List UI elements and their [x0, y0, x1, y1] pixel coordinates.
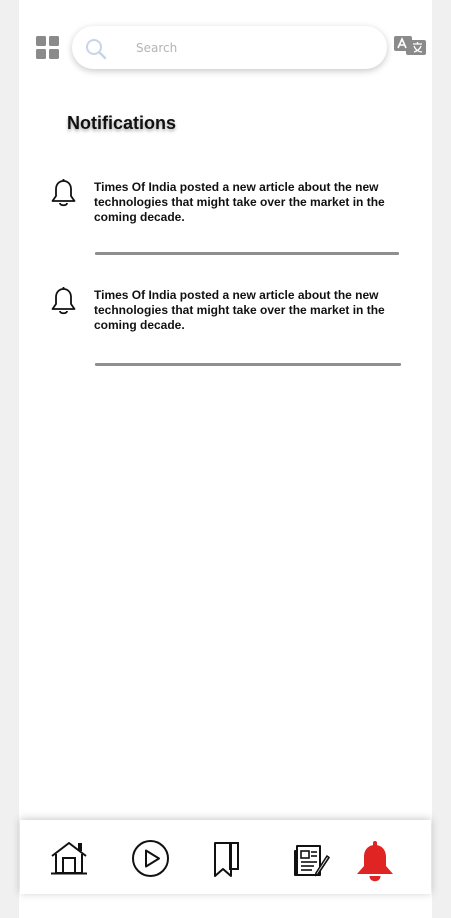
- bell-icon: [51, 179, 76, 207]
- notifications-active-bell-icon[interactable]: [355, 840, 395, 882]
- divider: [95, 252, 399, 255]
- notification-text: Times Of India posted a new article abou…: [94, 288, 385, 332]
- grid-menu-icon[interactable]: [36, 36, 59, 59]
- newspaper-icon[interactable]: [292, 843, 330, 879]
- play-icon[interactable]: [131, 839, 170, 878]
- translate-icon[interactable]: [394, 36, 426, 56]
- bookmark-icon[interactable]: [213, 841, 240, 879]
- notification-text: Times Of India posted a new article abou…: [94, 180, 385, 224]
- app-screen: [19, 0, 432, 918]
- divider: [95, 363, 401, 366]
- page-title: Notifications: [67, 113, 177, 133]
- search-icon[interactable]: [85, 38, 107, 60]
- home-icon[interactable]: [50, 840, 88, 876]
- bell-icon: [51, 287, 76, 315]
- search-input[interactable]: [136, 38, 366, 58]
